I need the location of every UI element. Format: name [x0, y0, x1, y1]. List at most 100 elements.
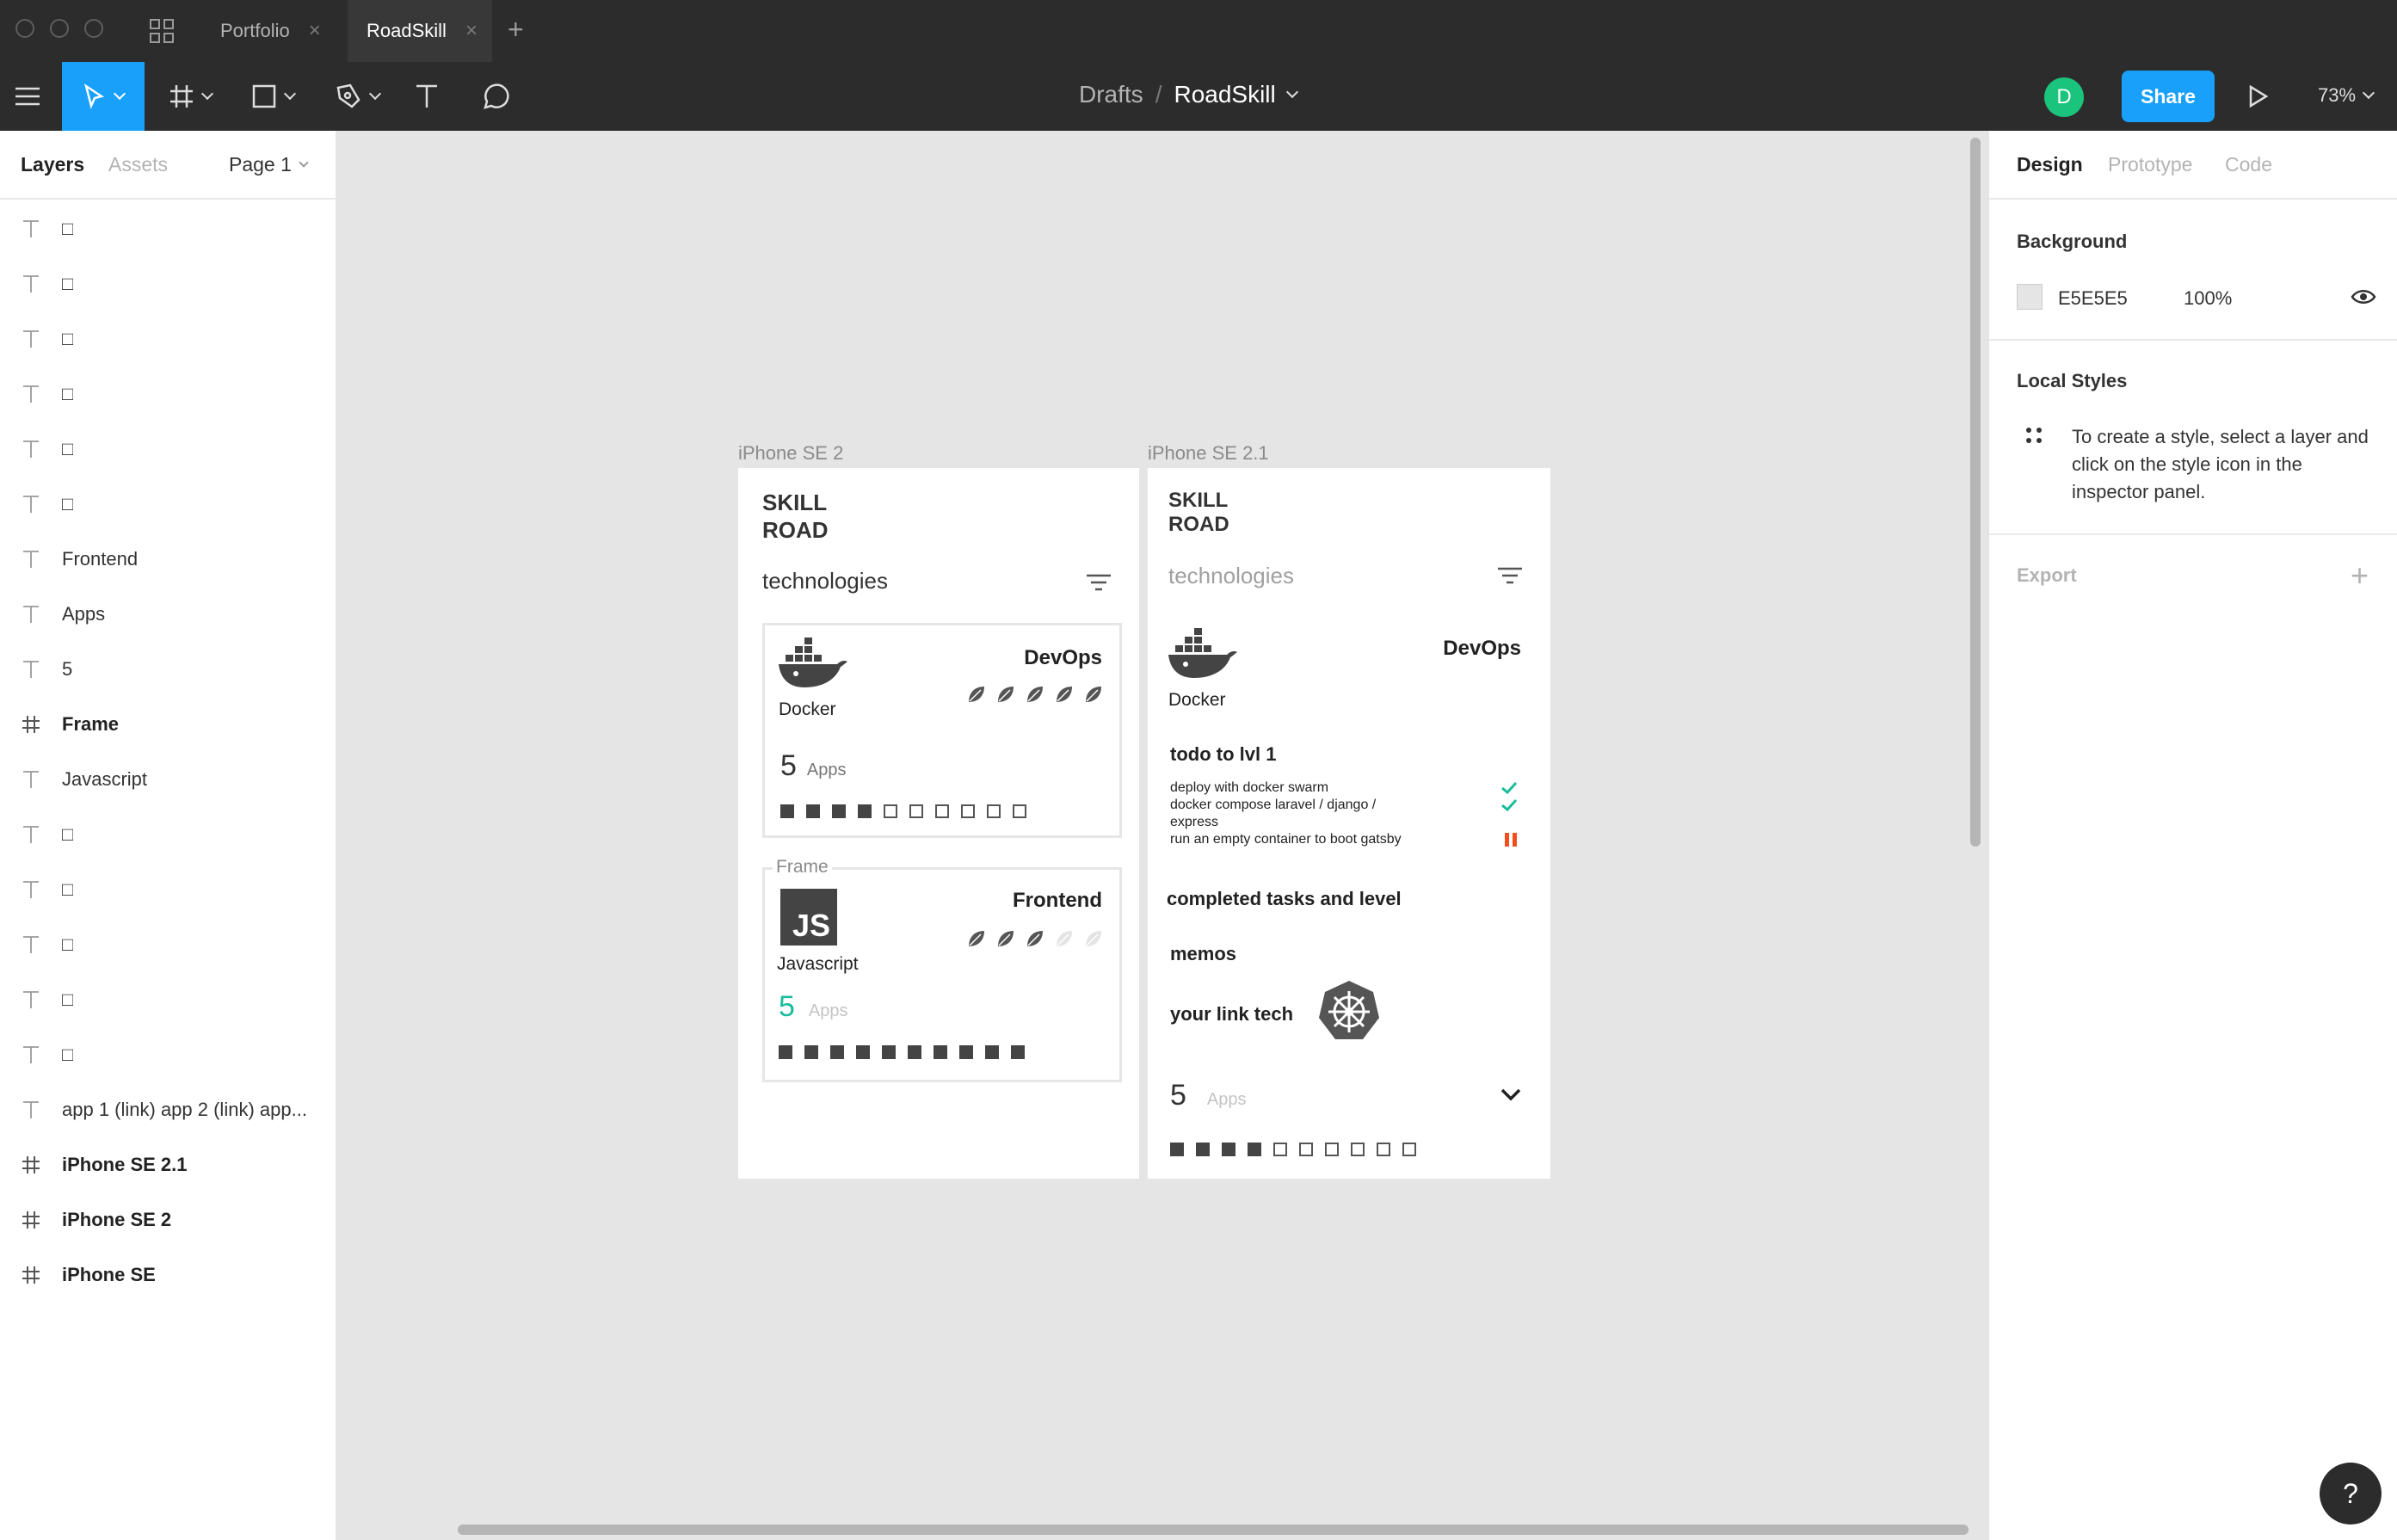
layer-label: iPhone SE 2 [62, 1209, 172, 1230]
checkmark-icon[interactable] [1500, 798, 1518, 812]
layer-label: Javascript [62, 768, 148, 790]
todo-list: deploy with docker swarm docker compose l… [1170, 779, 1531, 848]
close-icon[interactable]: × [465, 19, 478, 43]
layer-label: app 1 (link) app 2 (link) app... [62, 1099, 307, 1120]
layer-item[interactable]: Frontend [0, 532, 337, 587]
tab-portfolio[interactable]: Portfolio × [203, 0, 341, 62]
new-tab-plus-icon[interactable]: + [508, 14, 524, 46]
level-square [1196, 1143, 1210, 1156]
frame-label-iphone-se-2-1[interactable]: iPhone SE 2.1 [1148, 442, 1269, 465]
breadcrumb-drafts[interactable]: Drafts [1079, 81, 1143, 108]
close-icon[interactable]: × [309, 19, 321, 43]
todo-item[interactable]: docker compose laravel / django / express [1170, 797, 1531, 831]
frame-tool-button[interactable] [160, 62, 220, 131]
frame-icon [0, 1266, 62, 1284]
layer-item[interactable]: Javascript [0, 752, 337, 807]
layer-item[interactable]: □ [0, 862, 337, 917]
level-square [780, 804, 794, 818]
layer-item[interactable]: □ [0, 201, 337, 256]
layer-item[interactable]: iPhone SE 2 [0, 1192, 337, 1247]
todo-item[interactable]: run an empty container to boot gatsby [1170, 831, 1531, 848]
comment-tool-button[interactable] [475, 62, 515, 131]
layer-item[interactable]: □ [0, 972, 337, 1027]
layer-item[interactable]: □ [0, 477, 337, 532]
tab-assets[interactable]: Assets [108, 153, 168, 176]
frame-icon [0, 715, 62, 734]
minimize-window-button[interactable] [50, 19, 69, 38]
leaf-icon [1025, 684, 1044, 703]
iphone-se-2-1-frame[interactable]: SKILL ROAD technologies Docker DevOps to… [1148, 468, 1550, 1179]
iphone-se-2-frame[interactable]: SKILL ROAD technologies Docker DevOps 5 … [738, 468, 1139, 1179]
filter-icon[interactable] [1086, 573, 1112, 592]
level-square [832, 804, 846, 818]
tab-roadskill[interactable]: RoadSkill × [348, 0, 492, 62]
level-square [1013, 804, 1026, 818]
present-play-icon[interactable] [2247, 84, 2270, 108]
level-square [884, 804, 897, 818]
layer-item[interactable]: □ [0, 311, 337, 367]
background-opacity-input[interactable]: 100% [2184, 287, 2232, 310]
left-panel-tabs: Layers Assets Page 1 [0, 131, 337, 200]
todo-title: todo to lvl 1 [1170, 743, 1277, 765]
tab-code[interactable]: Code [2225, 153, 2272, 176]
close-window-button[interactable] [15, 19, 34, 38]
checkmark-icon[interactable] [1500, 781, 1518, 795]
help-button[interactable]: ? [2320, 1463, 2382, 1525]
leaf-icon [1025, 928, 1044, 947]
category-label: DevOps [1024, 646, 1102, 669]
layer-label: Frontend [62, 548, 139, 570]
tab-layers[interactable]: Layers [21, 153, 84, 176]
page-selector[interactable]: Page 1 [229, 153, 309, 176]
level-square [830, 1045, 844, 1059]
pause-icon[interactable] [1504, 833, 1518, 847]
tab-design[interactable]: Design [2017, 153, 2083, 176]
eye-icon[interactable] [2351, 287, 2376, 306]
zoom-dropdown[interactable]: 73% [2318, 84, 2375, 107]
add-export-plus-icon[interactable]: + [2351, 557, 2369, 594]
frame-label[interactable]: Frame [773, 857, 832, 878]
javascript-logo-icon: JS [780, 889, 837, 946]
todo-item[interactable]: deploy with docker swarm [1170, 779, 1531, 797]
layer-label: iPhone SE [62, 1264, 156, 1285]
pen-tool-button[interactable] [327, 62, 387, 131]
chevron-down-icon[interactable] [1285, 85, 1298, 99]
main-menu-icon[interactable] [0, 62, 55, 131]
layer-label: □ [62, 493, 74, 514]
layer-item[interactable]: app 1 (link) app 2 (link) app... [0, 1082, 337, 1137]
text-tool-button[interactable] [410, 62, 444, 131]
grid-icon[interactable] [148, 17, 176, 45]
frame-label-iphone-se-2[interactable]: iPhone SE 2 [738, 442, 843, 465]
layer-item[interactable]: 5 [0, 642, 337, 697]
layer-item[interactable]: □ [0, 917, 337, 972]
apps-count: 5 Apps [1170, 1079, 1247, 1112]
move-tool-button[interactable] [62, 62, 145, 131]
tech-card-docker[interactable]: Docker DevOps 5 Apps [762, 623, 1122, 838]
level-square [858, 804, 872, 818]
text-icon [0, 330, 62, 348]
share-button[interactable]: Share [2122, 71, 2215, 122]
layer-item[interactable]: □ [0, 807, 337, 862]
chevron-down-icon[interactable] [1500, 1087, 1521, 1101]
layer-label: Frame [62, 713, 120, 735]
layer-item[interactable]: □ [0, 256, 337, 311]
layer-item[interactable]: Apps [0, 587, 337, 642]
tech-card-javascript[interactable]: JS Javascript Frontend 5 Apps [762, 867, 1122, 1082]
avatar[interactable]: D [2044, 77, 2084, 117]
filter-icon[interactable] [1497, 566, 1523, 585]
layer-item[interactable]: □ [0, 367, 337, 422]
background-hex-input[interactable]: E5E5E5 [2058, 287, 2128, 310]
layer-item[interactable]: iPhone SE [0, 1247, 337, 1303]
vertical-scrollbar[interactable] [1970, 138, 1981, 847]
apps-count-unit: Apps [806, 761, 847, 779]
leaf-icon [1083, 928, 1102, 947]
maximize-window-button[interactable] [84, 19, 103, 38]
tab-prototype[interactable]: Prototype [2108, 153, 2192, 176]
horizontal-scrollbar[interactable] [458, 1525, 1969, 1535]
background-color-swatch[interactable] [2017, 284, 2043, 310]
layer-item[interactable]: □ [0, 422, 337, 477]
shape-tool-button[interactable] [243, 62, 303, 131]
file-name[interactable]: RoadSkill [1174, 81, 1275, 108]
layer-item[interactable]: iPhone SE 2.1 [0, 1137, 337, 1192]
layer-item[interactable]: Frame [0, 697, 337, 752]
layer-item[interactable]: □ [0, 1027, 337, 1082]
